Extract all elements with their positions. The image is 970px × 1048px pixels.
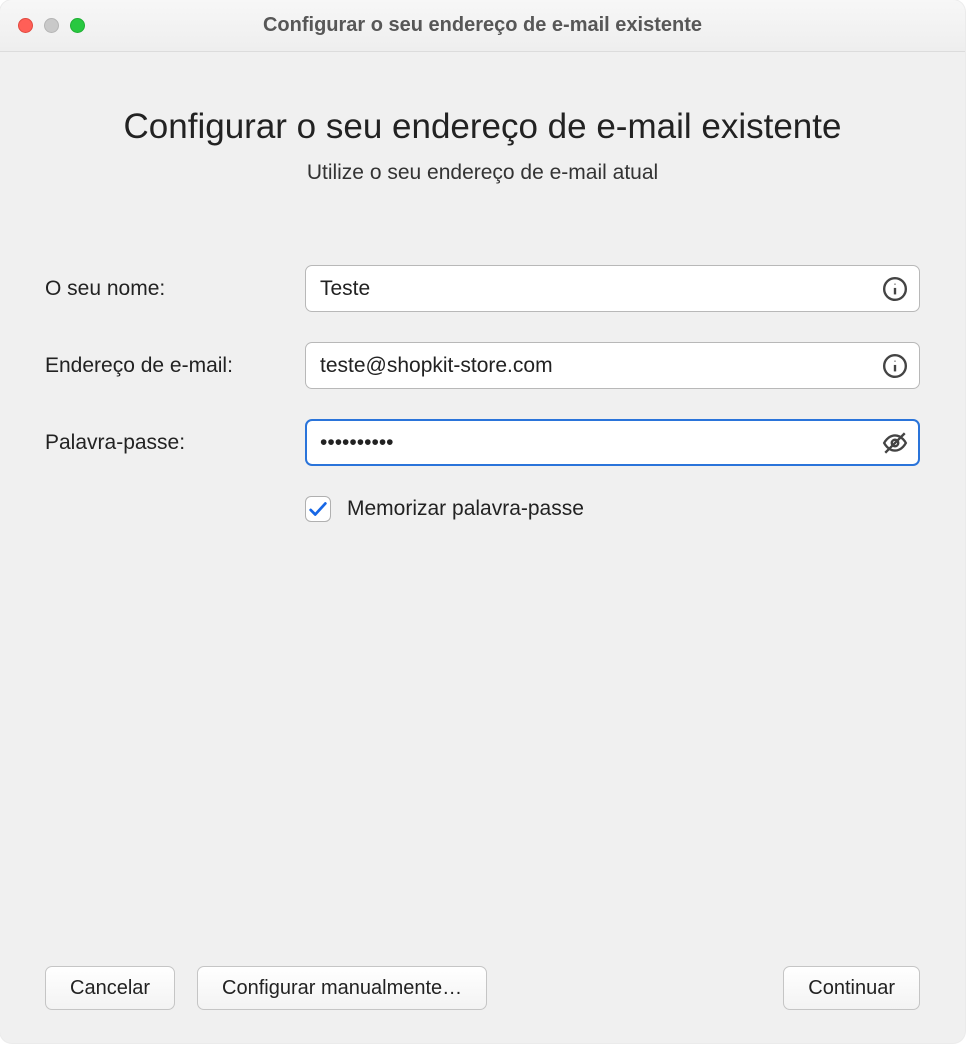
- button-bar: Cancelar Configurar manualmente… Continu…: [45, 966, 920, 1010]
- email-row: Endereço de e-mail:: [45, 342, 920, 389]
- name-input-wrapper: [305, 265, 920, 312]
- email-label: Endereço de e-mail:: [45, 354, 305, 378]
- dialog-body: Configurar o seu endereço de e-mail exis…: [0, 52, 965, 522]
- password-label: Palavra-passe:: [45, 431, 305, 455]
- check-icon: [307, 498, 329, 520]
- email-input-wrapper: [305, 342, 920, 389]
- maximize-window-button[interactable]: [70, 18, 85, 33]
- password-input-wrapper: [305, 419, 920, 466]
- close-window-button[interactable]: [18, 18, 33, 33]
- email-input[interactable]: [305, 342, 920, 389]
- remember-row: Memorizar palavra-passe: [305, 496, 920, 522]
- cancel-button[interactable]: Cancelar: [45, 966, 175, 1010]
- titlebar: Configurar o seu endereço de e-mail exis…: [0, 0, 965, 52]
- name-label: O seu nome:: [45, 277, 305, 301]
- password-row: Palavra-passe:: [45, 419, 920, 466]
- traffic-lights: [18, 18, 85, 33]
- dialog-window: Configurar o seu endereço de e-mail exis…: [0, 0, 965, 1043]
- info-icon[interactable]: [882, 353, 908, 379]
- configure-manually-button[interactable]: Configurar manualmente…: [197, 966, 487, 1010]
- eye-off-icon[interactable]: [882, 430, 908, 456]
- password-input[interactable]: [305, 419, 920, 466]
- dialog-subheading: Utilize o seu endereço de e-mail atual: [45, 161, 920, 185]
- window-title: Configurar o seu endereço de e-mail exis…: [0, 14, 965, 37]
- info-icon[interactable]: [882, 276, 908, 302]
- minimize-window-button[interactable]: [44, 18, 59, 33]
- continue-button[interactable]: Continuar: [783, 966, 920, 1010]
- name-input[interactable]: [305, 265, 920, 312]
- name-row: O seu nome:: [45, 265, 920, 312]
- remember-checkbox[interactable]: [305, 496, 331, 522]
- remember-label: Memorizar palavra-passe: [347, 497, 584, 521]
- dialog-heading: Configurar o seu endereço de e-mail exis…: [45, 107, 920, 147]
